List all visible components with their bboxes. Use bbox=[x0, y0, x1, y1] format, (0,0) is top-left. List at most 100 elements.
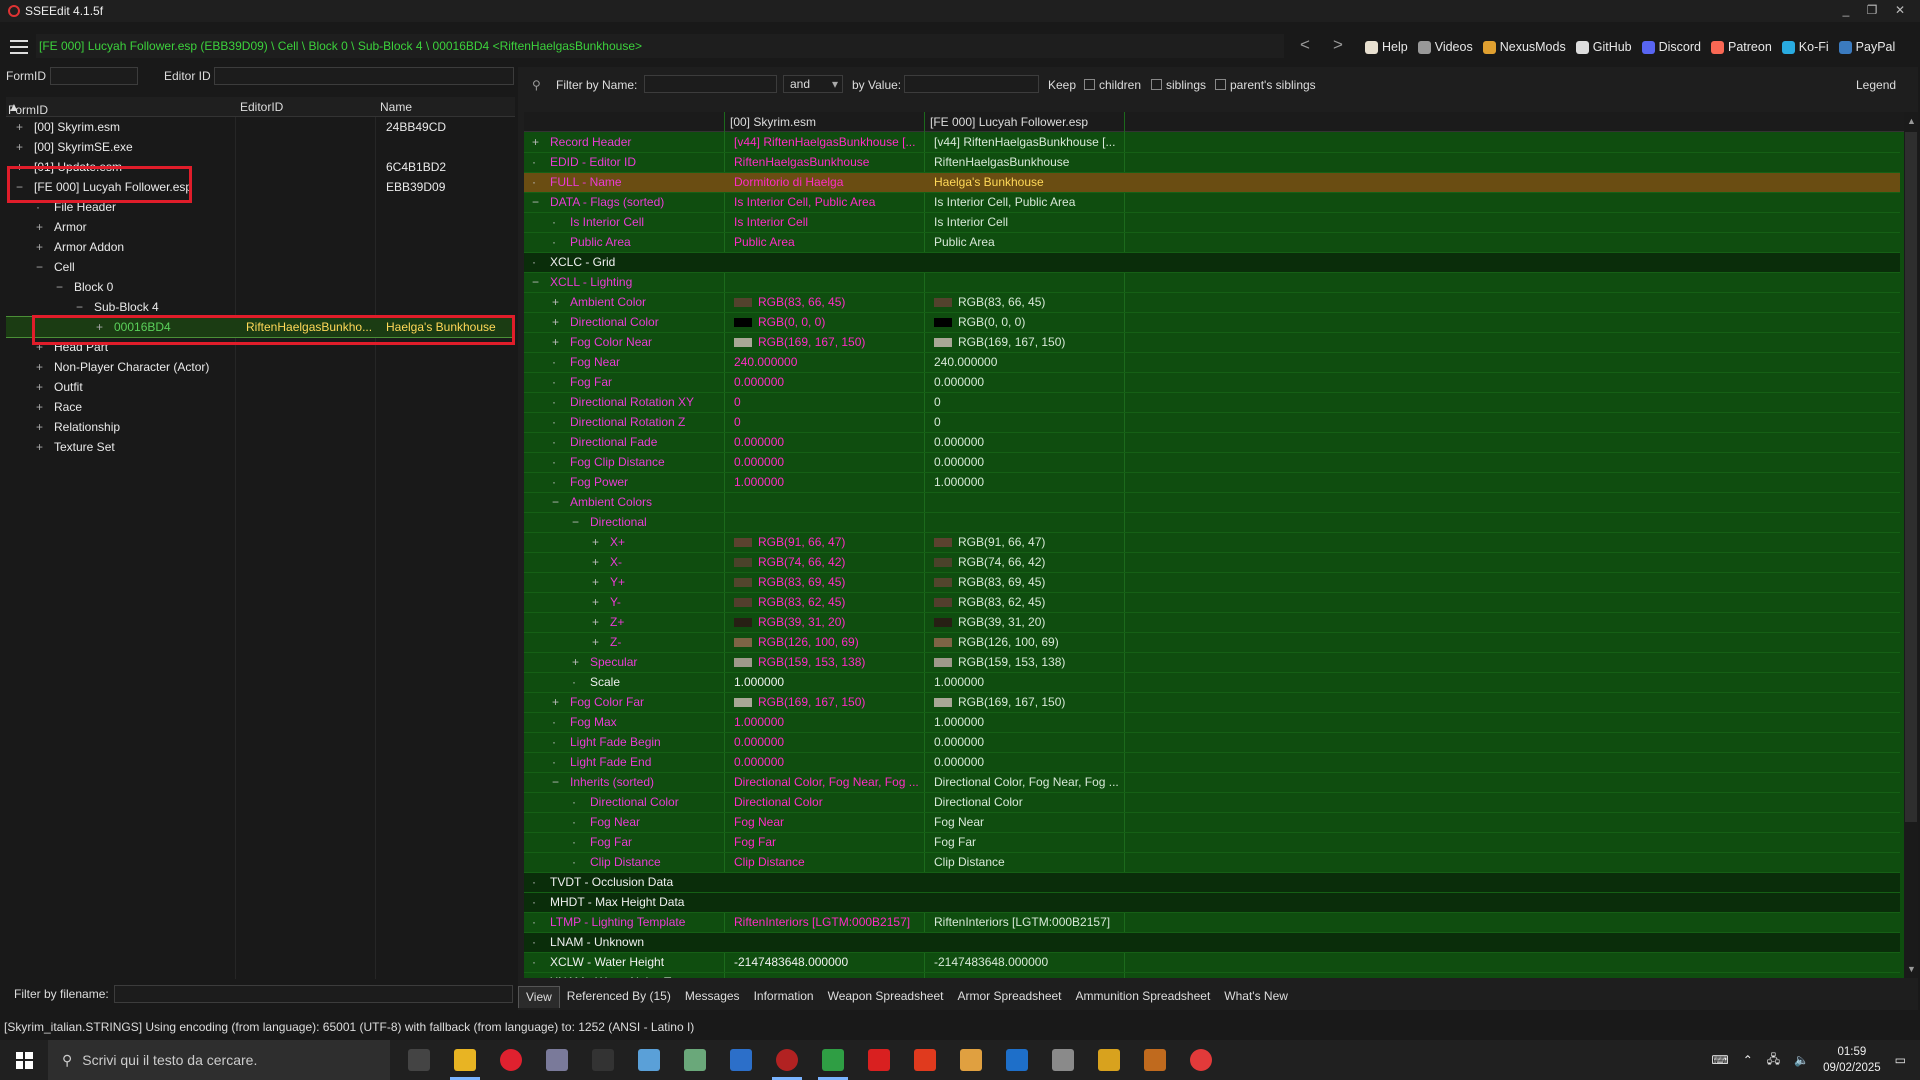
lucyah-value[interactable]: [v44] RiftenHaelgasBunkhouse [... bbox=[934, 133, 1129, 152]
tab-what-s-new[interactable]: What's New bbox=[1217, 986, 1295, 1008]
skyrim-value[interactable]: 0.000000 bbox=[734, 453, 924, 472]
record-row[interactable]: + X+ RGB(91, 66, 47) RGB(91, 66, 47) bbox=[524, 533, 1900, 553]
lucyah-value[interactable]: RGB(126, 100, 69) bbox=[934, 633, 1129, 652]
lucyah-value[interactable]: RGB(74, 66, 42) bbox=[934, 553, 1129, 572]
taskbar-app[interactable] bbox=[534, 1040, 580, 1080]
record-row[interactable]: − Directional bbox=[524, 513, 1900, 533]
record-row[interactable]: + Y+ RGB(83, 69, 45) RGB(83, 69, 45) bbox=[524, 573, 1900, 593]
tab-armor-spreadsheet[interactable]: Armor Spreadsheet bbox=[950, 986, 1068, 1008]
lucyah-value[interactable]: 0.000000 bbox=[934, 433, 1129, 452]
record-row[interactable]: + Record Header [v44] RiftenHaelgasBunkhou… bbox=[524, 133, 1900, 153]
tree-node[interactable]: − Cell bbox=[6, 257, 515, 277]
lucyah-value[interactable]: 1.000000 bbox=[934, 673, 1129, 692]
record-row[interactable]: · Light Fade End 0.000000 0.000000 bbox=[524, 753, 1900, 773]
taskbar-app[interactable] bbox=[1178, 1040, 1224, 1080]
lucyah-value[interactable]: 1.000000 bbox=[934, 713, 1129, 732]
tree-node[interactable]: + [00] Skyrim.esm 24BB49CD bbox=[6, 117, 515, 137]
expand-icon[interactable]: + bbox=[36, 377, 46, 397]
lucyah-value[interactable]: -2147483648.000000 bbox=[934, 953, 1129, 972]
link-nexusmods[interactable]: NexusMods bbox=[1482, 40, 1566, 54]
record-row[interactable]: · Directional Rotation Z00 bbox=[524, 413, 1900, 433]
lucyah-value[interactable]: Is Interior Cell bbox=[934, 213, 1129, 232]
expand-icon[interactable]: + bbox=[36, 217, 46, 237]
lucyah-value[interactable]: RiftenInteriors [LGTM:000B2157] bbox=[934, 913, 1129, 932]
close-button[interactable]: ✕ bbox=[1888, 0, 1912, 22]
expand-icon[interactable]: + bbox=[36, 237, 46, 257]
filter-filename-input[interactable] bbox=[114, 985, 513, 1003]
taskbar-app[interactable] bbox=[948, 1040, 994, 1080]
skyrim-value[interactable]: RGB(169, 167, 150) bbox=[734, 333, 924, 352]
record-row[interactable]: · Fog Power 1.000000 1.000000 bbox=[524, 473, 1900, 493]
record-row[interactable]: · MHDT - Max Height Data bbox=[524, 893, 1900, 913]
record-row[interactable]: + Specular RGB(159, 153, 138) RGB(159, 153,… bbox=[524, 653, 1900, 673]
skyrim-value[interactable]: Dormitorio di Haelga bbox=[734, 173, 924, 192]
lucyah-value[interactable]: 0 bbox=[934, 393, 1129, 412]
record-row[interactable]: · Directional Fade 0.000000 0.000000 bbox=[524, 433, 1900, 453]
lucyah-value[interactable]: 0.000000 bbox=[934, 733, 1129, 752]
tree-node[interactable]: + Race bbox=[6, 397, 515, 417]
record-row[interactable]: + Directional Color RGB(0, 0, 0) RGB(0, 0, … bbox=[524, 313, 1900, 333]
record-row[interactable]: · Clip Distance Clip Distance Clip Distance bbox=[524, 853, 1900, 873]
tree-node[interactable]: + Non-Player Character (Actor) bbox=[6, 357, 515, 377]
skyrim-value[interactable]: Fog Near bbox=[734, 813, 924, 832]
lucyah-value[interactable]: RGB(0, 0, 0) bbox=[934, 313, 1129, 332]
skyrim-value[interactable]: RiftenHaelgasBunkhouse bbox=[734, 153, 924, 172]
lucyah-value[interactable]: 0.000000 bbox=[934, 753, 1129, 772]
taskbar-app[interactable] bbox=[442, 1040, 488, 1080]
skyrim-value[interactable]: 0 bbox=[734, 413, 924, 432]
skyrim-value[interactable]: Public Area bbox=[734, 233, 924, 252]
lucyah-value[interactable]: 0 bbox=[934, 413, 1129, 432]
link-help[interactable]: Help bbox=[1365, 40, 1408, 54]
skyrim-value[interactable]: RGB(126, 100, 69) bbox=[734, 633, 924, 652]
tree-node[interactable]: + Armor bbox=[6, 217, 515, 237]
lucyah-value[interactable]: 1.000000 bbox=[934, 473, 1129, 492]
vertical-scrollbar[interactable]: ▲ ▼ bbox=[1904, 112, 1918, 978]
expand-icon[interactable]: + bbox=[36, 357, 46, 377]
tree-node[interactable]: + Relationship bbox=[6, 417, 515, 437]
tab-weapon-spreadsheet[interactable]: Weapon Spreadsheet bbox=[821, 986, 951, 1008]
record-row[interactable]: − Ambient Colors bbox=[524, 493, 1900, 513]
record-row[interactable]: · Scale 1.000000 1.000000 bbox=[524, 673, 1900, 693]
record-row[interactable]: · TVDT - Occlusion Data bbox=[524, 873, 1900, 893]
record-row[interactable]: · XCLW - Water Height -2147483648.000000 -2… bbox=[524, 953, 1900, 973]
lucyah-value[interactable]: Fog Far bbox=[934, 833, 1129, 852]
taskbar-app[interactable] bbox=[1132, 1040, 1178, 1080]
tree-node[interactable]: + Armor Addon bbox=[6, 237, 515, 257]
skyrim-value[interactable]: 240.000000 bbox=[734, 353, 924, 372]
expand-icon[interactable]: + bbox=[16, 117, 26, 137]
record-row[interactable]: + Z- RGB(126, 100, 69) RGB(126, 100, 69) bbox=[524, 633, 1900, 653]
taskbar-app[interactable] bbox=[856, 1040, 902, 1080]
record-row[interactable]: ·XNAM - Water Noise Texture bbox=[524, 973, 1900, 978]
skyrim-value[interactable]: Clip Distance bbox=[734, 853, 924, 872]
tree-node[interactable]: − Block 0 bbox=[6, 277, 515, 297]
record-row[interactable]: · LTMP - Lighting Template RiftenInteriors… bbox=[524, 913, 1900, 933]
chevron-up-icon[interactable]: ⌃ bbox=[1743, 1053, 1753, 1067]
record-row[interactable]: · EDID - Editor ID RiftenHaelgasBunkhouse R… bbox=[524, 153, 1900, 173]
record-row[interactable]: + Fog Color Near RGB(169, 167, 150) RGB(169… bbox=[524, 333, 1900, 353]
record-row[interactable]: · Directional Rotation XY 0 0 bbox=[524, 393, 1900, 413]
filter-value-input[interactable] bbox=[904, 75, 1039, 93]
lucyah-value[interactable]: 240.000000 bbox=[934, 353, 1129, 372]
skyrim-value[interactable]: RGB(83, 69, 45) bbox=[734, 573, 924, 592]
record-path-bar[interactable]: [FE 000] Lucyah Follower.esp (EBB39D09) … bbox=[36, 34, 1284, 58]
skyrim-value[interactable]: 0.000000 bbox=[734, 373, 924, 392]
lucyah-value[interactable]: RGB(91, 66, 47) bbox=[934, 533, 1129, 552]
taskbar-app[interactable] bbox=[488, 1040, 534, 1080]
legend-button[interactable]: Legend bbox=[1856, 78, 1896, 92]
column-header-formid[interactable]: FormID ▲ bbox=[8, 100, 48, 117]
formid-input[interactable] bbox=[50, 67, 138, 85]
column-header-lucyah[interactable]: [FE 000] Lucyah Follower.esp bbox=[930, 115, 1088, 129]
lucyah-value[interactable]: RGB(159, 153, 138) bbox=[934, 653, 1129, 672]
lucyah-value[interactable]: Clip Distance bbox=[934, 853, 1129, 872]
network-icon[interactable]: 🖧 bbox=[1767, 1050, 1780, 1071]
lucyah-value[interactable]: RGB(39, 31, 20) bbox=[934, 613, 1129, 632]
lucyah-value[interactable]: RiftenHaelgasBunkhouse bbox=[934, 153, 1129, 172]
skyrim-value[interactable]: 1.000000 bbox=[734, 713, 924, 732]
parents-siblings-checkbox[interactable]: parent's siblings bbox=[1215, 78, 1316, 92]
record-row[interactable]: · LNAM - Unknown bbox=[524, 933, 1900, 953]
record-row[interactable]: · Is Interior Cell Is Interior Cell Is Inte… bbox=[524, 213, 1900, 233]
taskbar-search[interactable]: ⚲ Scrivi qui il testo da cercare. bbox=[48, 1040, 390, 1080]
link-ko-fi[interactable]: Ko-Fi bbox=[1781, 40, 1829, 54]
taskbar-app[interactable] bbox=[626, 1040, 672, 1080]
tab-view[interactable]: View bbox=[518, 986, 560, 1008]
